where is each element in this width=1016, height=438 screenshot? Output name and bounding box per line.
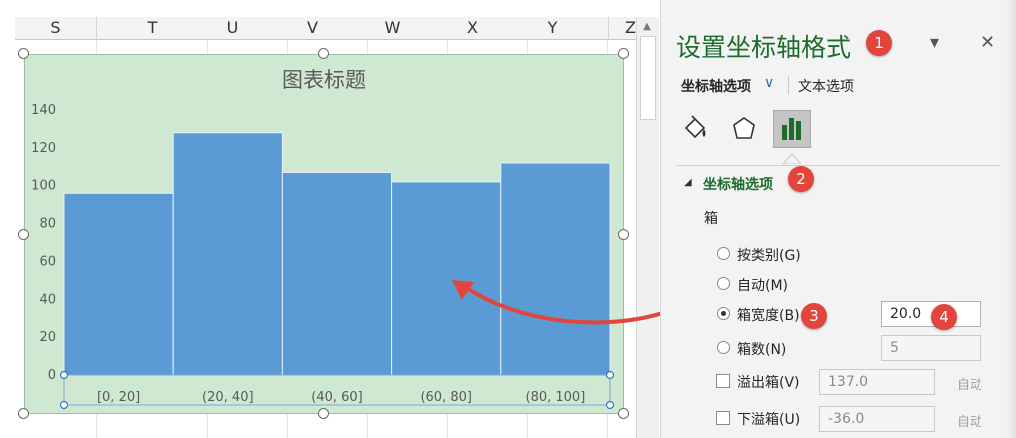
radio-number-of-bins[interactable] [717,341,730,354]
radio-automatic[interactable] [717,277,730,290]
tab-separator [788,76,789,94]
axis-options-button[interactable] [773,110,811,148]
x-tick-label: (60, 80] [420,390,472,405]
underflow-auto-button[interactable]: 自动 [957,411,981,430]
section-axis-options[interactable]: 坐标轴选项 [703,174,773,194]
radio-bin-width[interactable] [717,307,730,320]
effects-button[interactable] [725,110,763,148]
panel-title: 设置坐标轴格式 [676,33,852,62]
y-tick-label: 0 [48,368,56,383]
annotation-badge-4: 4 [931,304,957,330]
y-tick-label: 60 [39,254,56,269]
fill-line-icon [684,115,706,139]
underflow-bin-checkbox[interactable] [716,411,730,425]
y-tick-label: 20 [39,330,56,345]
scrollbar-thumb[interactable] [640,36,656,120]
histogram-bar[interactable] [172,132,283,376]
option-label: 下溢箱(U) [737,412,801,428]
panel-divider [676,165,1000,166]
tab-axis-options[interactable]: 坐标轴选项 [681,76,751,96]
axis-selection-handle[interactable] [59,400,69,410]
number-of-bins-input[interactable]: 5 [881,335,981,361]
axis-selection-handle[interactable] [605,370,615,380]
y-tick-label: 100 [31,179,56,194]
histogram-bar[interactable] [281,171,393,376]
panel-options-chevron-icon[interactable]: ▾ [930,32,939,53]
panel-edge-shadow [1006,0,1016,438]
option-label: 箱数(N) [737,342,787,358]
overflow-bin-input[interactable]: 137.0 [819,369,935,395]
histogram-chart: 0 20 40 60 80 100 120 140 [0, 20] (20, 40] (40, 6… [31,103,615,410]
histogram-bar[interactable] [500,162,611,376]
option-label: 箱宽度(B) [737,308,800,324]
collapse-triangle-icon[interactable]: ◢ [684,177,692,188]
option-label: 溢出箱(V) [737,375,800,391]
y-tick-label: 140 [31,103,56,118]
scroll-up-arrow-icon[interactable]: ▲ [640,20,654,34]
tab-text-options[interactable]: 文本选项 [798,76,854,96]
x-tick-label: (40, 60] [311,390,363,405]
axis-selection-handle[interactable] [605,400,615,410]
option-label: 自动(M) [737,278,789,294]
axis-options-bar-chart-icon [782,118,801,140]
x-tick-label: [0, 20] [97,390,140,405]
underflow-bin-input[interactable]: -36.0 [819,406,935,432]
y-tick-label: 40 [39,292,56,307]
bins-label: 箱 [704,211,718,227]
axis-selection-handle[interactable] [59,370,69,380]
fill-line-button[interactable] [676,110,714,148]
effects-pentagon-icon [733,117,755,139]
close-icon[interactable]: ✕ [980,32,995,53]
annotation-badge-2: 2 [788,166,814,192]
overflow-auto-button[interactable]: 自动 [957,374,981,393]
annotation-badge-3: 3 [801,303,827,329]
annotation-badge-1: 1 [866,30,892,56]
histogram-bar[interactable] [63,192,174,376]
y-tick-label: 120 [31,141,56,156]
radio-by-category[interactable] [717,247,730,260]
x-tick-label: (20, 40] [202,390,254,405]
y-tick-label: 80 [39,217,56,232]
chevron-down-icon[interactable]: ∨ [764,75,774,91]
overflow-bin-checkbox[interactable] [716,374,730,388]
x-tick-label: (80, 100] [526,390,586,405]
option-label: 按类别(G) [737,248,801,264]
selected-pointer [783,153,801,164]
